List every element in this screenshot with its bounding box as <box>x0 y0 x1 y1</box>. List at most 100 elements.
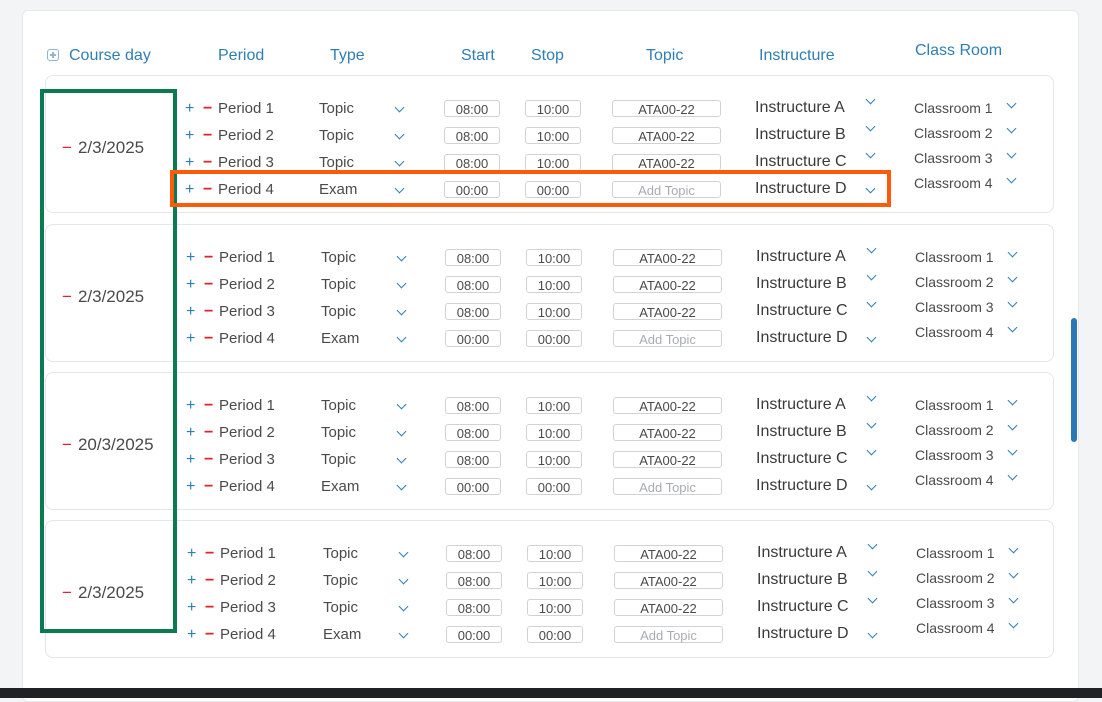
remove-period-button[interactable]: − <box>203 155 212 171</box>
start-time-input[interactable]: 08:00 <box>446 572 502 589</box>
add-topic-input[interactable]: Add Topic <box>613 330 722 347</box>
topic-input[interactable]: ATA00-22 <box>613 424 722 441</box>
start-time-input[interactable]: 08:00 <box>446 599 502 616</box>
add-period-button[interactable]: + <box>185 128 194 144</box>
start-time-input[interactable]: 08:00 <box>444 127 500 144</box>
type-select[interactable]: Topic <box>321 249 356 266</box>
classroom-select[interactable]: Classroom 3 <box>916 595 995 611</box>
type-select[interactable]: Exam <box>323 626 361 643</box>
instructure-select[interactable]: Instructure B <box>756 275 847 293</box>
start-time-input[interactable]: 08:00 <box>445 276 501 293</box>
remove-period-button[interactable]: − <box>204 277 213 293</box>
stop-time-input[interactable]: 10:00 <box>526 451 582 468</box>
topic-input[interactable]: ATA00-22 <box>613 451 722 468</box>
type-select[interactable]: Topic <box>321 451 356 468</box>
instructure-select[interactable]: Instructure A <box>756 396 846 414</box>
stop-time-input[interactable]: 10:00 <box>526 276 582 293</box>
instructure-select[interactable]: Instructure D <box>756 329 848 347</box>
add-period-button[interactable]: + <box>186 304 195 320</box>
type-select[interactable]: Topic <box>323 572 358 589</box>
add-period-button[interactable]: + <box>186 277 195 293</box>
classroom-select[interactable]: Classroom 3 <box>915 299 994 315</box>
add-period-button[interactable]: + <box>187 546 196 562</box>
instructure-select[interactable]: Instructure C <box>755 153 847 171</box>
add-topic-input[interactable]: Add Topic <box>614 626 723 643</box>
classroom-select[interactable]: Classroom 2 <box>916 570 995 586</box>
topic-input[interactable]: ATA00-22 <box>612 100 721 117</box>
classroom-select[interactable]: Classroom 2 <box>914 125 993 141</box>
classroom-select[interactable]: Classroom 4 <box>915 472 994 488</box>
remove-period-button[interactable]: − <box>204 452 213 468</box>
add-course-day-icon[interactable] <box>47 49 59 61</box>
stop-time-input[interactable]: 10:00 <box>525 100 581 117</box>
remove-period-button[interactable]: − <box>203 128 212 144</box>
classroom-select[interactable]: Classroom 1 <box>915 249 994 265</box>
add-period-button[interactable]: + <box>186 452 195 468</box>
classroom-select[interactable]: Classroom 4 <box>914 175 993 191</box>
add-period-button[interactable]: + <box>187 573 196 589</box>
start-time-input[interactable]: 08:00 <box>445 451 501 468</box>
add-period-button[interactable]: + <box>186 398 195 414</box>
type-select[interactable]: Topic <box>321 424 356 441</box>
add-period-button[interactable]: + <box>186 425 195 441</box>
type-select[interactable]: Topic <box>319 100 354 117</box>
add-period-button[interactable]: + <box>186 250 195 266</box>
instructure-select[interactable]: Instructure A <box>757 544 847 562</box>
stop-time-input[interactable]: 00:00 <box>527 626 583 643</box>
classroom-select[interactable]: Classroom 4 <box>915 324 994 340</box>
instructure-select[interactable]: Instructure C <box>756 450 848 468</box>
instructure-select[interactable]: Instructure D <box>757 625 849 643</box>
type-select[interactable]: Topic <box>321 276 356 293</box>
stop-time-input[interactable]: 10:00 <box>525 154 581 171</box>
stop-time-input[interactable]: 10:00 <box>526 397 582 414</box>
instructure-select[interactable]: Instructure B <box>755 126 846 144</box>
instructure-select[interactable]: Instructure D <box>756 477 848 495</box>
remove-period-button[interactable]: − <box>204 250 213 266</box>
stop-time-input[interactable]: 00:00 <box>526 478 582 495</box>
instructure-select[interactable]: Instructure C <box>756 302 848 320</box>
stop-time-input[interactable]: 10:00 <box>527 599 583 616</box>
add-period-button[interactable]: + <box>187 627 196 643</box>
topic-input[interactable]: ATA00-22 <box>613 249 722 266</box>
topic-input[interactable]: ATA00-22 <box>613 303 722 320</box>
start-time-input[interactable]: 08:00 <box>445 303 501 320</box>
stop-time-input[interactable]: 00:00 <box>526 330 582 347</box>
topic-input[interactable]: ATA00-22 <box>614 545 723 562</box>
remove-period-button[interactable]: − <box>205 600 214 616</box>
type-select[interactable]: Topic <box>319 127 354 144</box>
start-time-input[interactable]: 00:00 <box>446 626 502 643</box>
instructure-select[interactable]: Instructure B <box>756 423 847 441</box>
type-select[interactable]: Topic <box>319 154 354 171</box>
stop-time-input[interactable]: 10:00 <box>527 545 583 562</box>
remove-period-button[interactable]: − <box>204 304 213 320</box>
type-select[interactable]: Topic <box>321 303 356 320</box>
remove-period-button[interactable]: − <box>203 101 212 117</box>
stop-time-input[interactable]: 10:00 <box>526 249 582 266</box>
type-select[interactable]: Topic <box>323 545 358 562</box>
stop-time-input[interactable]: 10:00 <box>525 127 581 144</box>
start-time-input[interactable]: 08:00 <box>445 249 501 266</box>
remove-period-button[interactable]: − <box>205 573 214 589</box>
instructure-select[interactable]: Instructure A <box>756 248 846 266</box>
remove-period-button[interactable]: − <box>204 425 213 441</box>
remove-period-button[interactable]: − <box>205 546 214 562</box>
type-select[interactable]: Topic <box>323 599 358 616</box>
topic-input[interactable]: ATA00-22 <box>613 397 722 414</box>
stop-time-input[interactable]: 10:00 <box>526 303 582 320</box>
start-time-input[interactable]: 08:00 <box>445 424 501 441</box>
topic-input[interactable]: ATA00-22 <box>614 599 723 616</box>
remove-period-button[interactable]: − <box>204 331 213 347</box>
start-time-input[interactable]: 00:00 <box>445 330 501 347</box>
classroom-select[interactable]: Classroom 3 <box>914 150 993 166</box>
add-period-button[interactable]: + <box>186 331 195 347</box>
type-select[interactable]: Exam <box>321 478 359 495</box>
add-topic-input[interactable]: Add Topic <box>613 478 722 495</box>
remove-period-button[interactable]: − <box>204 398 213 414</box>
remove-period-button[interactable]: − <box>204 479 213 495</box>
start-time-input[interactable]: 08:00 <box>444 100 500 117</box>
classroom-select[interactable]: Classroom 1 <box>914 100 993 116</box>
remove-period-button[interactable]: − <box>205 627 214 643</box>
add-period-button[interactable]: + <box>186 479 195 495</box>
stop-time-input[interactable]: 10:00 <box>526 424 582 441</box>
stop-time-input[interactable]: 10:00 <box>527 572 583 589</box>
